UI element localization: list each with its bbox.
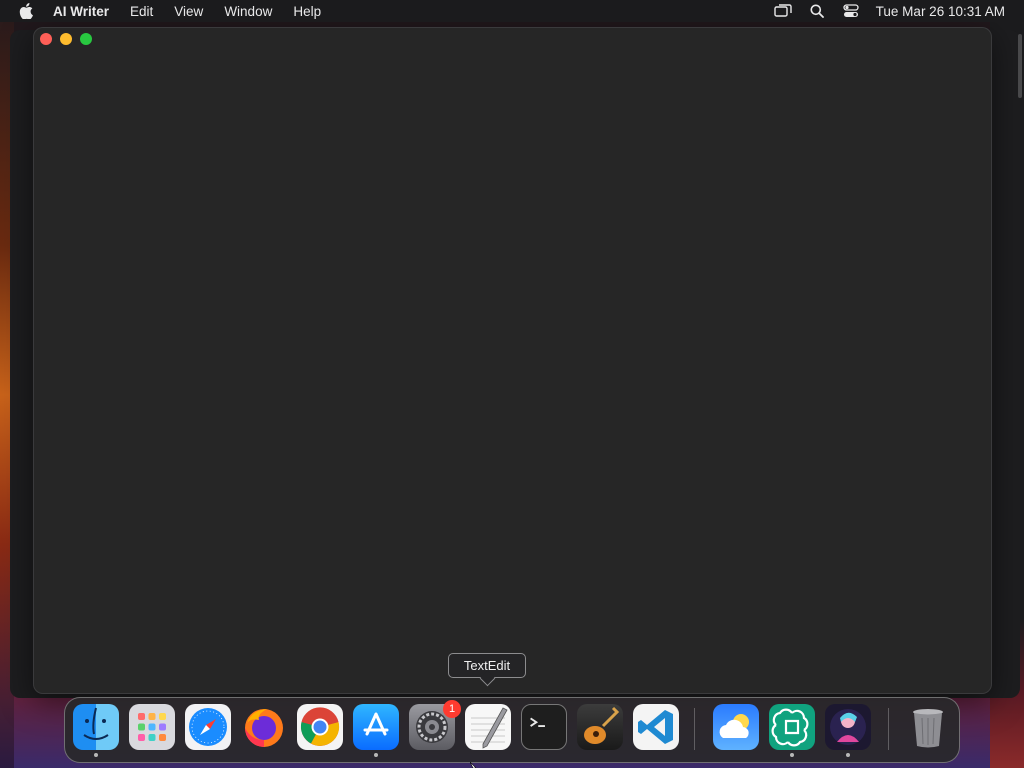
spotlight-search-icon[interactable] — [808, 3, 826, 19]
dock-separator — [888, 708, 889, 750]
dock-item-firefox[interactable] — [241, 704, 287, 750]
chatgpt-icon — [769, 704, 815, 750]
menu-help[interactable]: Help — [293, 4, 321, 19]
dock-item-finder[interactable] — [73, 704, 119, 757]
running-indicator — [374, 753, 378, 757]
mouse-cursor-icon — [470, 762, 476, 768]
apple-menu-icon[interactable] — [19, 3, 35, 19]
vscode-icon — [633, 704, 679, 750]
textedit-icon — [465, 704, 511, 750]
dock: 1 — [64, 697, 960, 763]
menu-bar-clock[interactable]: Tue Mar 26 10:31 AM — [876, 4, 1005, 19]
menu-edit[interactable]: Edit — [130, 4, 153, 19]
app-store-icon — [353, 704, 399, 750]
dock-item-system-settings[interactable]: 1 — [409, 700, 461, 750]
dock-item-chatgpt[interactable] — [769, 704, 815, 757]
screen-mirroring-icon[interactable] — [773, 3, 792, 19]
close-window-icon[interactable] — [40, 33, 52, 45]
dock-tooltip: TextEdit — [448, 653, 526, 678]
chrome-icon — [297, 704, 343, 750]
background-window-scrollbar[interactable] — [1018, 34, 1022, 98]
safari-icon — [185, 704, 231, 750]
dock-item-ai-writer[interactable] — [825, 704, 871, 757]
terminal-icon — [521, 704, 567, 750]
dock-item-vscode[interactable] — [633, 704, 679, 750]
ai-writer-icon — [825, 704, 871, 750]
running-indicator — [790, 753, 794, 757]
dock-item-app-store[interactable] — [353, 704, 399, 757]
firefox-icon — [241, 704, 287, 750]
notification-badge: 1 — [443, 700, 461, 718]
dock-item-garageband[interactable] — [577, 704, 623, 750]
control-center-icon[interactable] — [842, 3, 860, 19]
dock-item-weather[interactable] — [713, 704, 759, 750]
dock-item-safari[interactable] — [185, 704, 231, 750]
dock-item-terminal[interactable] — [521, 704, 567, 750]
dock-item-textedit[interactable] — [465, 704, 511, 750]
minimize-window-icon[interactable] — [60, 33, 72, 45]
menu-window[interactable]: Window — [224, 4, 272, 19]
menu-bar: AI Writer Edit View Window Help Tue Mar … — [0, 0, 1024, 22]
ai-writer-window[interactable] — [33, 27, 992, 694]
dock-item-trash[interactable] — [905, 704, 951, 750]
zoom-window-icon[interactable] — [80, 33, 92, 45]
weather-icon — [713, 704, 759, 750]
window-controls — [40, 33, 92, 45]
garageband-icon — [577, 704, 623, 750]
finder-icon — [73, 704, 119, 750]
running-indicator — [94, 753, 98, 757]
launchpad-icon — [129, 704, 175, 750]
running-indicator — [846, 753, 850, 757]
menu-app-name[interactable]: AI Writer — [53, 4, 109, 19]
dock-item-chrome[interactable] — [297, 704, 343, 750]
menu-view[interactable]: View — [174, 4, 203, 19]
dock-item-launchpad[interactable] — [129, 704, 175, 750]
dock-separator — [694, 708, 695, 750]
trash-icon — [905, 704, 951, 750]
